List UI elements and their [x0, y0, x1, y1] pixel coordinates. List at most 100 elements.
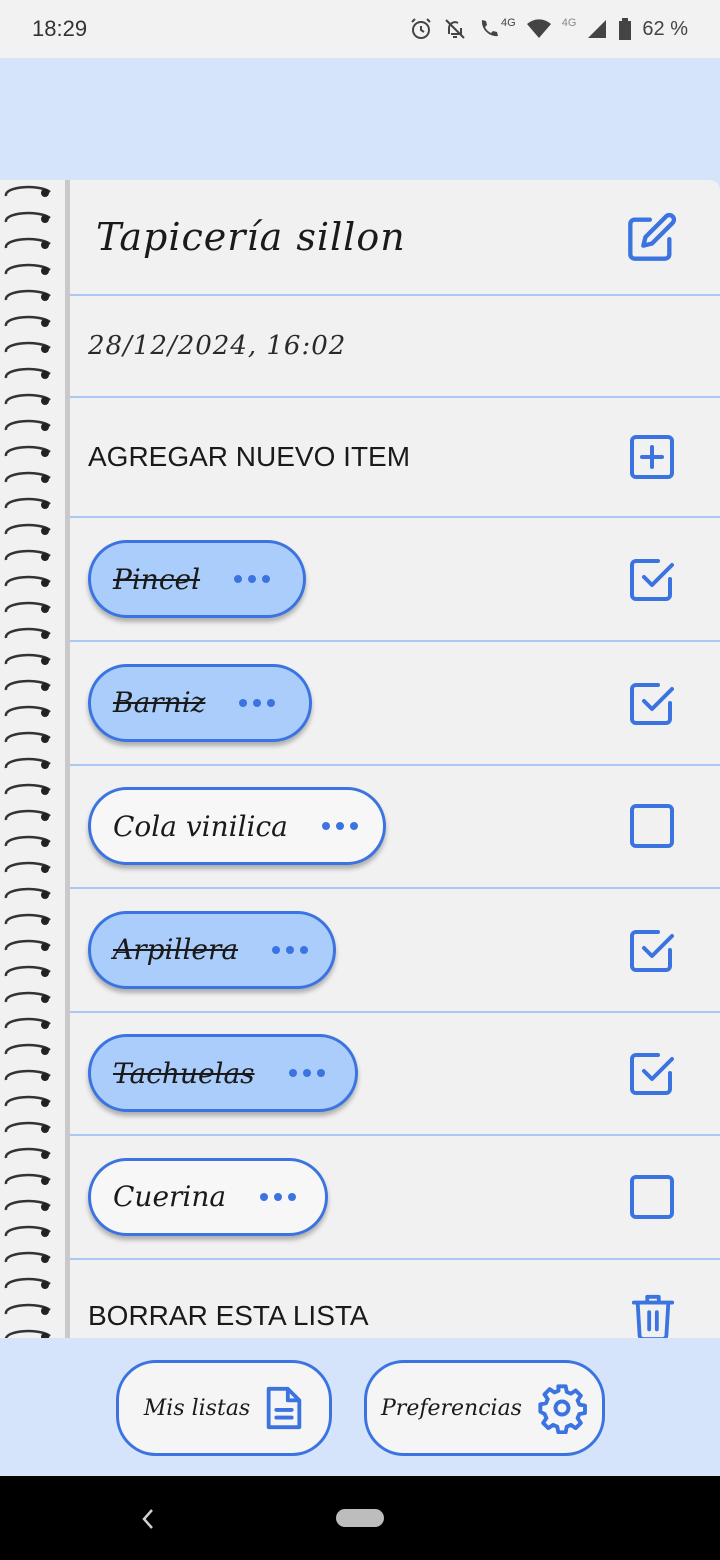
trash-icon[interactable] [630, 1291, 676, 1338]
back-icon[interactable] [138, 1506, 158, 1532]
spiral-hole [41, 345, 49, 353]
spiral-hole [41, 423, 49, 431]
list-title-row: Tapicería sillon [70, 180, 720, 296]
spiral-hole [41, 1255, 49, 1263]
item-label: Barniz [113, 686, 206, 719]
preferences-button[interactable]: Preferencias [364, 1360, 605, 1456]
gear-icon [538, 1384, 587, 1434]
item-pill[interactable]: Arpillera [88, 910, 336, 989]
spiral-hole [41, 1281, 49, 1289]
item-pill[interactable]: Cuerina [88, 1157, 328, 1236]
my-lists-label: Mis listas [143, 1395, 251, 1421]
spiral-hole [41, 995, 49, 1003]
spiral-hole [41, 1203, 49, 1211]
network-type-label: 4G [501, 17, 516, 29]
more-options-icon[interactable] [239, 698, 276, 707]
spiral-hole [41, 605, 49, 613]
item-label: Cola vinilica [113, 809, 288, 843]
spiral-hole [41, 319, 49, 327]
battery-icon [619, 18, 632, 40]
checkbox-checked-icon[interactable] [628, 926, 676, 974]
checkbox-checked-icon[interactable] [628, 555, 676, 603]
spiral-hole [41, 787, 49, 795]
spiral-hole [41, 527, 49, 535]
spiral-hole [41, 371, 49, 379]
more-options-icon[interactable] [272, 945, 309, 954]
spiral-hole [41, 397, 49, 405]
spiral-hole [41, 1307, 49, 1315]
home-handle[interactable] [336, 1509, 384, 1527]
spiral-hole [41, 891, 49, 899]
network-type-label-2: 4G [561, 17, 577, 29]
add-item-row[interactable]: AGREGAR NUEVO ITEM [70, 398, 720, 518]
list-item: Cola vinilica [70, 765, 720, 889]
checkbox-empty-icon[interactable] [628, 802, 676, 850]
more-options-icon[interactable] [234, 575, 271, 583]
list-item: Barniz [70, 642, 720, 766]
add-square-icon[interactable] [628, 433, 676, 481]
spiral-hole [41, 1151, 49, 1159]
list-date-row: 28/12/2024, 16:02 [70, 296, 720, 398]
status-time: 18:29 [32, 16, 88, 41]
spiral-hole [41, 839, 49, 847]
spiral-hole [41, 215, 49, 223]
item-label: Cuerina [113, 1180, 227, 1213]
checkbox-checked-icon[interactable] [628, 1049, 676, 1097]
spiral-hole [41, 943, 49, 951]
item-pill[interactable]: Cola vinilica [88, 787, 386, 865]
spiral-hole [41, 553, 49, 561]
spiral-hole [41, 917, 49, 925]
spiral-hole [41, 1047, 49, 1055]
spiral-hole [41, 579, 49, 587]
spiral-hole [41, 709, 49, 717]
spiral-hole [41, 501, 49, 509]
list-notebook: Tapicería sillon 28/12/2024, 16:02 AGREG… [0, 180, 720, 1338]
spiral-hole [41, 683, 49, 691]
list-date: 28/12/2024, 16:02 [88, 331, 347, 361]
more-options-icon[interactable] [260, 1192, 297, 1201]
my-lists-button[interactable]: Mis listas [116, 1360, 332, 1456]
status-bar: 18:29 4G 4G 62 % [0, 0, 720, 58]
signal-icon [588, 20, 607, 38]
spiral-hole [41, 189, 49, 197]
status-icons: 4G 4G 62 % [409, 17, 688, 41]
spiral-hole [41, 761, 49, 769]
spiral-hole [41, 1177, 49, 1185]
item-pill[interactable]: Barniz [88, 663, 312, 742]
item-label: Tachuelas [113, 1056, 255, 1090]
spiral-hole [41, 1229, 49, 1237]
checkbox-empty-icon[interactable] [628, 1173, 676, 1221]
spiral-hole [41, 631, 49, 639]
spiral-hole [41, 1125, 49, 1133]
spiral-hole [41, 865, 49, 873]
call-icon [481, 20, 499, 37]
delete-list-label: BORRAR ESTA LISTA [88, 1300, 369, 1331]
list-item: Arpillera [70, 889, 720, 1013]
item-pill[interactable]: Tachuelas [88, 1034, 358, 1112]
list-item: Tachuelas [70, 1012, 720, 1136]
checkbox-checked-icon[interactable] [628, 679, 676, 727]
notifications-off-icon [445, 19, 465, 39]
document-icon [266, 1386, 302, 1430]
spiral-hole [41, 1099, 49, 1107]
delete-list-row[interactable]: BORRAR ESTA LISTA [70, 1256, 720, 1338]
battery-percent: 62 % [642, 17, 688, 40]
wifi-icon [526, 19, 551, 38]
more-options-icon[interactable] [288, 1069, 325, 1077]
spiral-hole [41, 293, 49, 301]
spiral-binding [0, 180, 70, 1338]
edit-icon[interactable] [626, 211, 678, 263]
spiral-hole [41, 241, 49, 249]
system-navigation-bar [0, 1476, 720, 1560]
more-options-icon[interactable] [321, 822, 358, 830]
spiral-hole [41, 969, 49, 977]
item-pill[interactable]: Pincel [88, 540, 306, 618]
item-label: Arpillera [113, 933, 239, 966]
spiral-hole [41, 813, 49, 821]
alarm-icon [411, 18, 431, 39]
spiral-hole [41, 1073, 49, 1081]
bottom-navigation: Mis listas Preferencias [0, 1338, 720, 1476]
item-label: Pincel [113, 562, 201, 596]
add-item-label: AGREGAR NUEVO ITEM [88, 441, 411, 472]
spiral-hole [41, 1021, 49, 1029]
